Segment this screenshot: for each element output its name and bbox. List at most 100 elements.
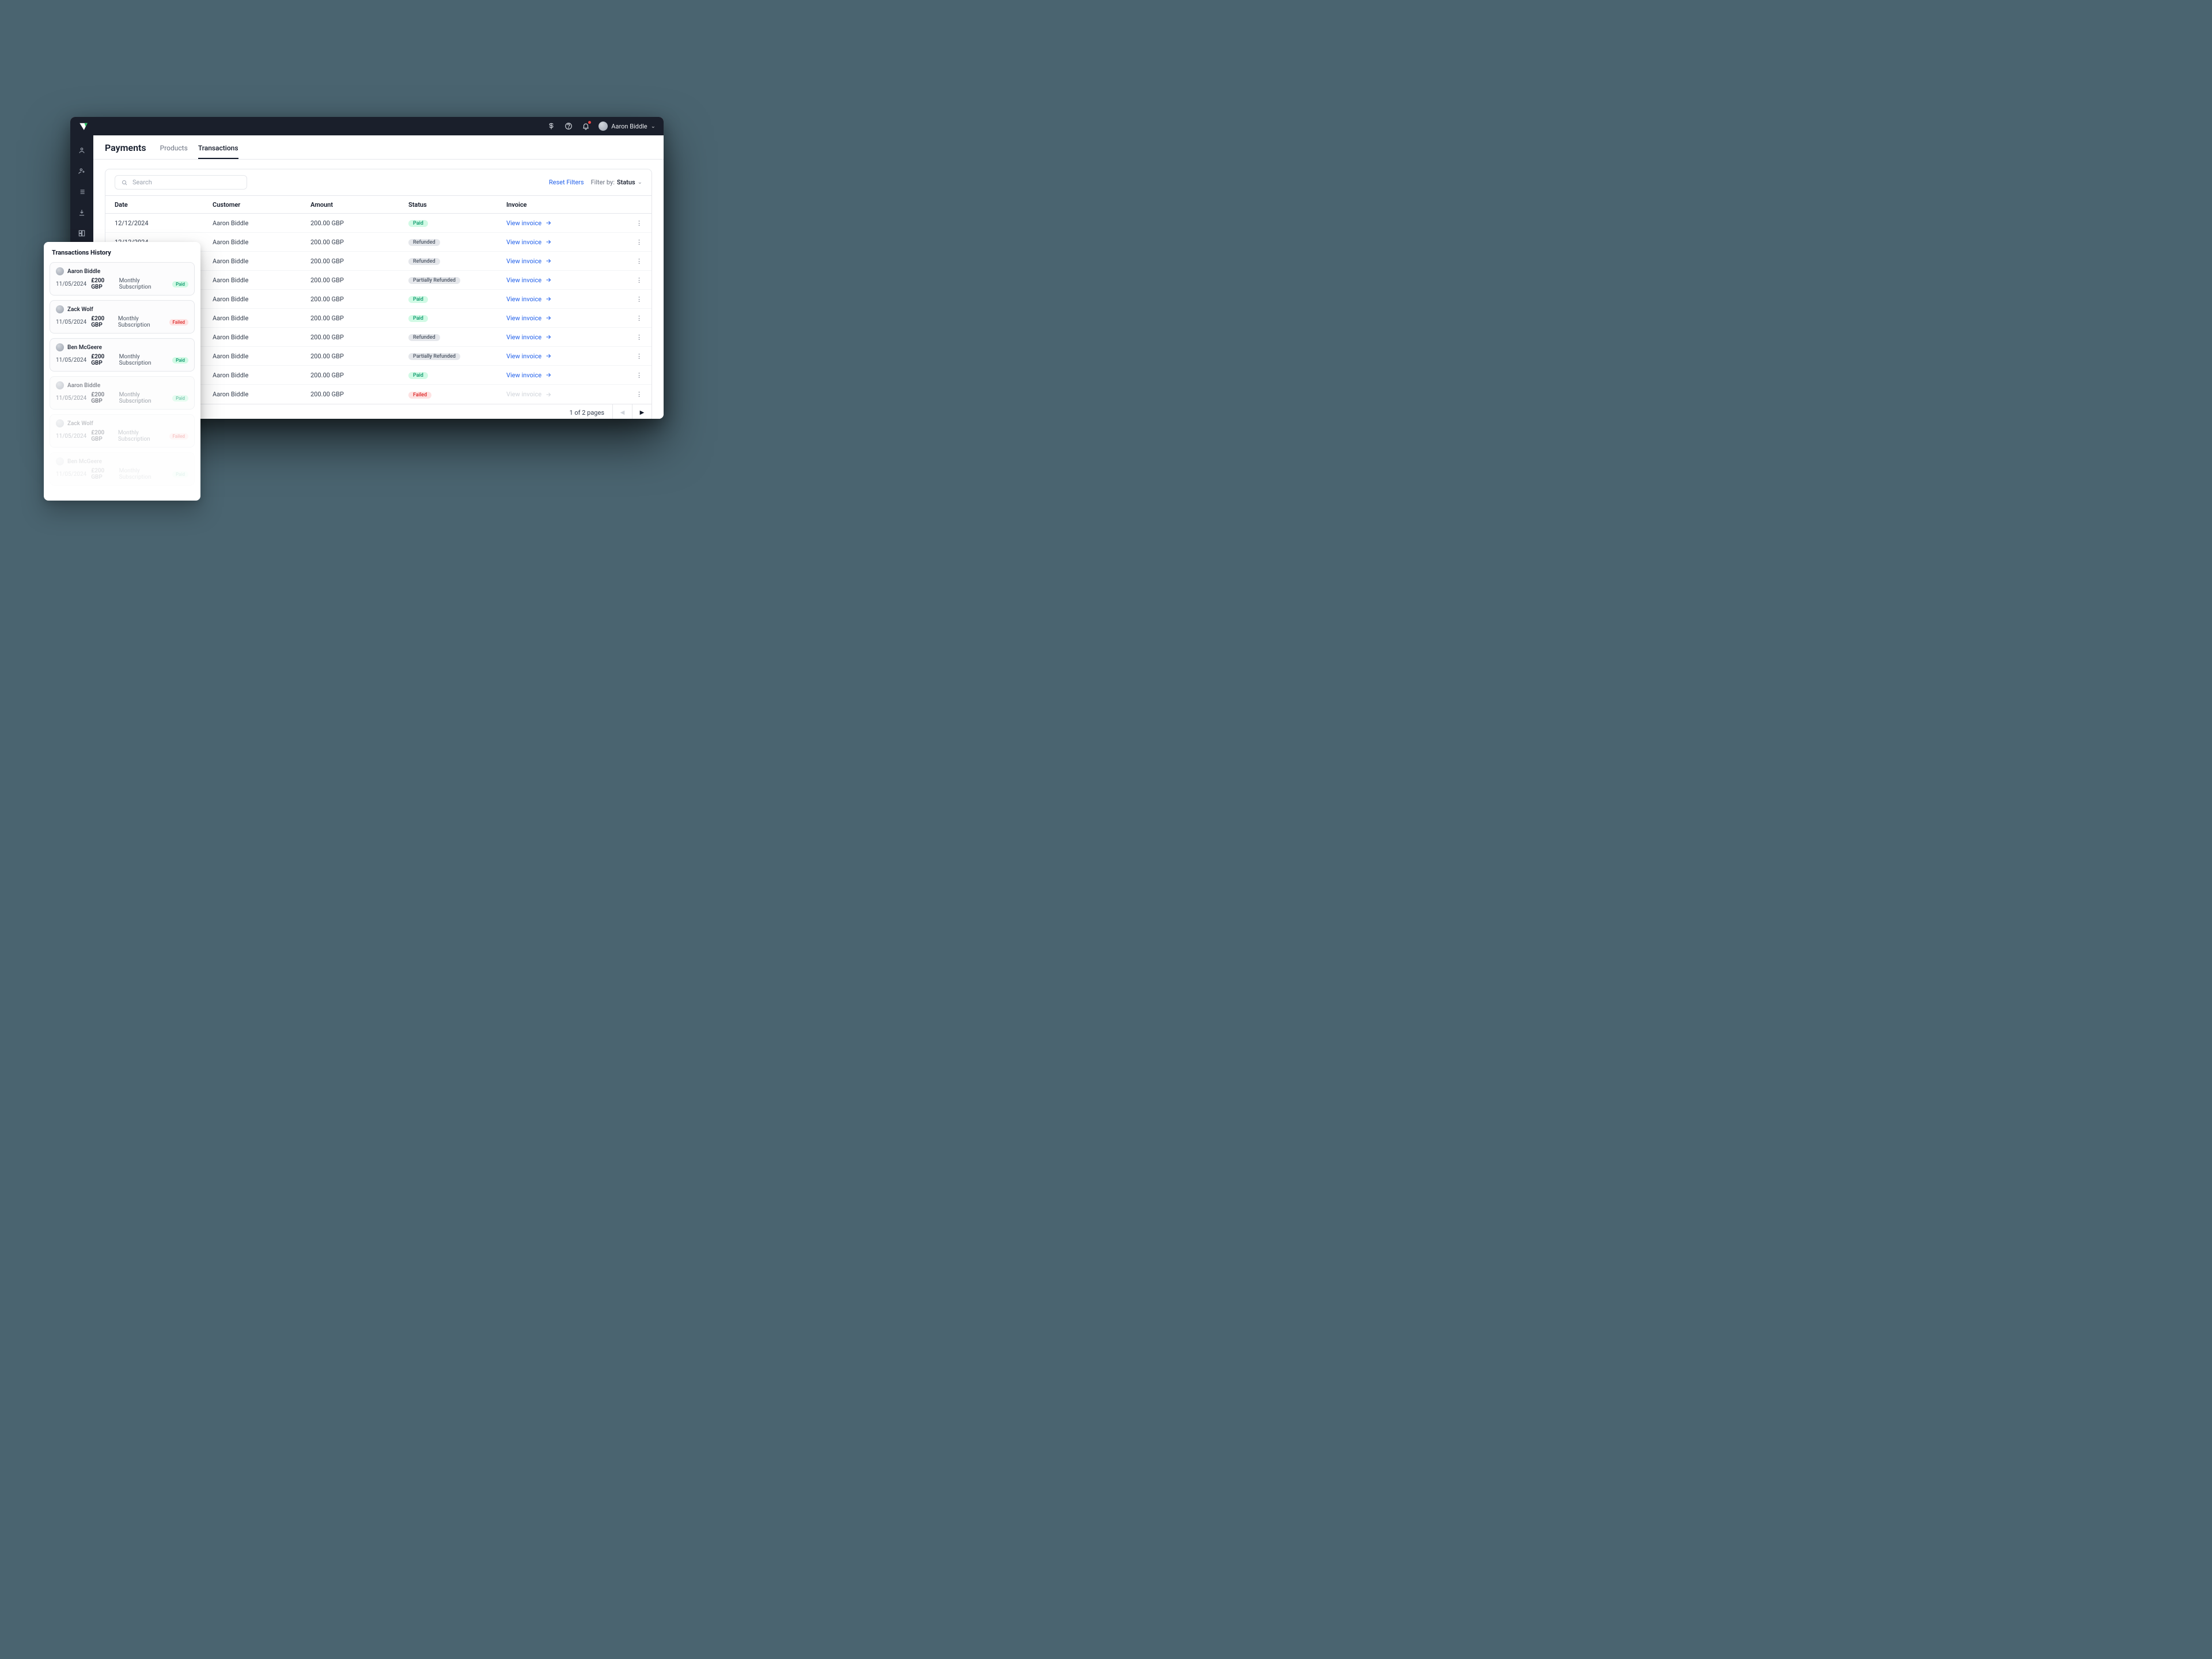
cell-customer: Aaron Biddle bbox=[213, 372, 310, 379]
pager-info: 1 of 2 pages bbox=[562, 404, 613, 419]
cell-amount: 200.00 GBP bbox=[310, 257, 408, 265]
view-invoice-link[interactable]: View invoice bbox=[506, 296, 552, 303]
row-menu-button[interactable]: ⋮ bbox=[625, 219, 642, 227]
history-item[interactable]: Aaron Biddle11/05/2024£200 GBPMonthly Su… bbox=[50, 376, 195, 410]
page-header: Payments ProductsTransactions bbox=[93, 135, 664, 160]
nav-user-add-icon[interactable] bbox=[77, 166, 86, 176]
status-badge: Refunded bbox=[408, 334, 440, 341]
nav-user-icon[interactable] bbox=[77, 146, 86, 155]
row-menu-button[interactable]: ⋮ bbox=[625, 315, 642, 322]
view-invoice-link[interactable]: View invoice bbox=[506, 353, 552, 360]
nav-layout-icon[interactable] bbox=[77, 229, 86, 238]
cell-amount: 200.00 GBP bbox=[310, 238, 408, 246]
search-icon bbox=[121, 179, 128, 186]
view-invoice-link: View invoice bbox=[506, 391, 552, 398]
history-title: Transactions History bbox=[52, 249, 192, 256]
history-name: Ben McGeere bbox=[67, 344, 102, 351]
app-logo[interactable] bbox=[78, 121, 89, 131]
view-invoice-link[interactable]: View invoice bbox=[506, 334, 552, 341]
history-amount: £200 GBP bbox=[91, 316, 113, 328]
col-customer: Customer bbox=[213, 201, 310, 209]
history-plan: Monthly Subscription bbox=[118, 316, 165, 328]
tab-transactions[interactable]: Transactions bbox=[198, 144, 238, 159]
history-date: 11/05/2024 bbox=[56, 471, 86, 478]
pager-next[interactable]: ▶ bbox=[632, 404, 652, 419]
transactions-history-card: Transactions History Aaron Biddle11/05/2… bbox=[44, 242, 200, 501]
cell-customer: Aaron Biddle bbox=[213, 238, 310, 246]
help-icon[interactable] bbox=[564, 122, 573, 131]
arrow-right-icon bbox=[545, 238, 552, 245]
row-menu-button[interactable]: ⋮ bbox=[625, 238, 642, 246]
cell-amount: 200.00 GBP bbox=[310, 296, 408, 303]
nav-list-icon[interactable] bbox=[77, 187, 86, 196]
view-invoice-link[interactable]: View invoice bbox=[506, 276, 552, 284]
user-menu[interactable]: Aaron Biddle ⌄ bbox=[599, 122, 656, 131]
cell-amount: 200.00 GBP bbox=[310, 391, 408, 398]
view-invoice-link[interactable]: View invoice bbox=[506, 315, 552, 322]
history-item[interactable]: Zack Wolf11/05/2024£200 GBPMonthly Subsc… bbox=[50, 414, 195, 448]
tab-products[interactable]: Products bbox=[160, 144, 188, 159]
history-plan: Monthly Subscription bbox=[119, 392, 168, 404]
status-badge: Partially Refunded bbox=[408, 277, 460, 284]
history-date: 11/05/2024 bbox=[56, 281, 86, 287]
history-item[interactable]: Zack Wolf11/05/2024£200 GBPMonthly Subsc… bbox=[50, 300, 195, 334]
row-menu-button[interactable]: ⋮ bbox=[625, 334, 642, 341]
status-badge: Refunded bbox=[408, 258, 440, 265]
currency-icon[interactable] bbox=[547, 122, 556, 131]
cell-status: Refunded bbox=[408, 257, 506, 265]
view-invoice-link[interactable]: View invoice bbox=[506, 238, 552, 246]
avatar bbox=[56, 381, 64, 389]
row-menu-button[interactable]: ⋮ bbox=[625, 391, 642, 398]
cell-status: Paid bbox=[408, 371, 506, 379]
cell-status: Paid bbox=[408, 295, 506, 303]
avatar bbox=[56, 343, 64, 351]
cell-amount: 200.00 GBP bbox=[310, 219, 408, 227]
filter-by-dropdown[interactable]: Filter by: Status ⌄ bbox=[591, 179, 642, 186]
arrow-right-icon bbox=[545, 372, 552, 378]
arrow-right-icon bbox=[545, 219, 552, 226]
status-badge: Paid bbox=[408, 220, 428, 227]
history-status-badge: Paid bbox=[172, 395, 188, 402]
col-status: Status bbox=[408, 201, 506, 209]
cell-customer: Aaron Biddle bbox=[213, 353, 310, 360]
cell-amount: 200.00 GBP bbox=[310, 276, 408, 284]
view-invoice-link[interactable]: View invoice bbox=[506, 372, 552, 379]
history-status-badge: Failed bbox=[169, 433, 188, 440]
row-menu-button[interactable]: ⋮ bbox=[625, 257, 642, 265]
status-badge: Paid bbox=[408, 372, 428, 379]
cell-status: Partially Refunded bbox=[408, 352, 506, 360]
filter-by-label: Filter by: bbox=[591, 179, 615, 186]
history-status-badge: Paid bbox=[172, 357, 188, 363]
history-status-badge: Paid bbox=[172, 281, 188, 287]
bell-icon[interactable] bbox=[581, 122, 590, 131]
reset-filters-link[interactable]: Reset Filters bbox=[549, 179, 584, 186]
col-amount: Amount bbox=[310, 201, 408, 209]
avatar bbox=[56, 305, 64, 313]
history-plan: Monthly Subscription bbox=[118, 430, 165, 442]
row-menu-button[interactable]: ⋮ bbox=[625, 372, 642, 379]
row-menu-button[interactable]: ⋮ bbox=[625, 296, 642, 303]
search-box[interactable] bbox=[115, 175, 247, 190]
row-menu-button[interactable]: ⋮ bbox=[625, 276, 642, 284]
cell-amount: 200.00 GBP bbox=[310, 315, 408, 322]
history-name: Zack Wolf bbox=[67, 421, 93, 427]
history-item[interactable]: Ben McGeere11/05/2024£200 GBPMonthly Sub… bbox=[50, 452, 195, 486]
history-name: Zack Wolf bbox=[67, 306, 93, 313]
nav-download-icon[interactable] bbox=[77, 208, 86, 217]
view-invoice-link[interactable]: View invoice bbox=[506, 219, 552, 227]
row-menu-button[interactable]: ⋮ bbox=[625, 353, 642, 360]
pager-prev[interactable]: ◀ bbox=[612, 404, 632, 419]
history-item[interactable]: Ben McGeere11/05/2024£200 GBPMonthly Sub… bbox=[50, 338, 195, 372]
status-badge: Paid bbox=[408, 296, 428, 303]
cell-customer: Aaron Biddle bbox=[213, 334, 310, 341]
history-item[interactable]: Aaron Biddle11/05/2024£200 GBPMonthly Su… bbox=[50, 262, 195, 296]
search-input[interactable] bbox=[132, 179, 241, 186]
view-invoice-link[interactable]: View invoice bbox=[506, 257, 552, 265]
cell-customer: Aaron Biddle bbox=[213, 391, 310, 398]
history-amount: £200 GBP bbox=[91, 354, 114, 366]
arrow-right-icon bbox=[545, 353, 552, 359]
cell-amount: 200.00 GBP bbox=[310, 353, 408, 360]
history-amount: £200 GBP bbox=[91, 278, 114, 290]
history-status-badge: Paid bbox=[172, 471, 188, 478]
col-invoice: Invoice bbox=[506, 201, 625, 209]
